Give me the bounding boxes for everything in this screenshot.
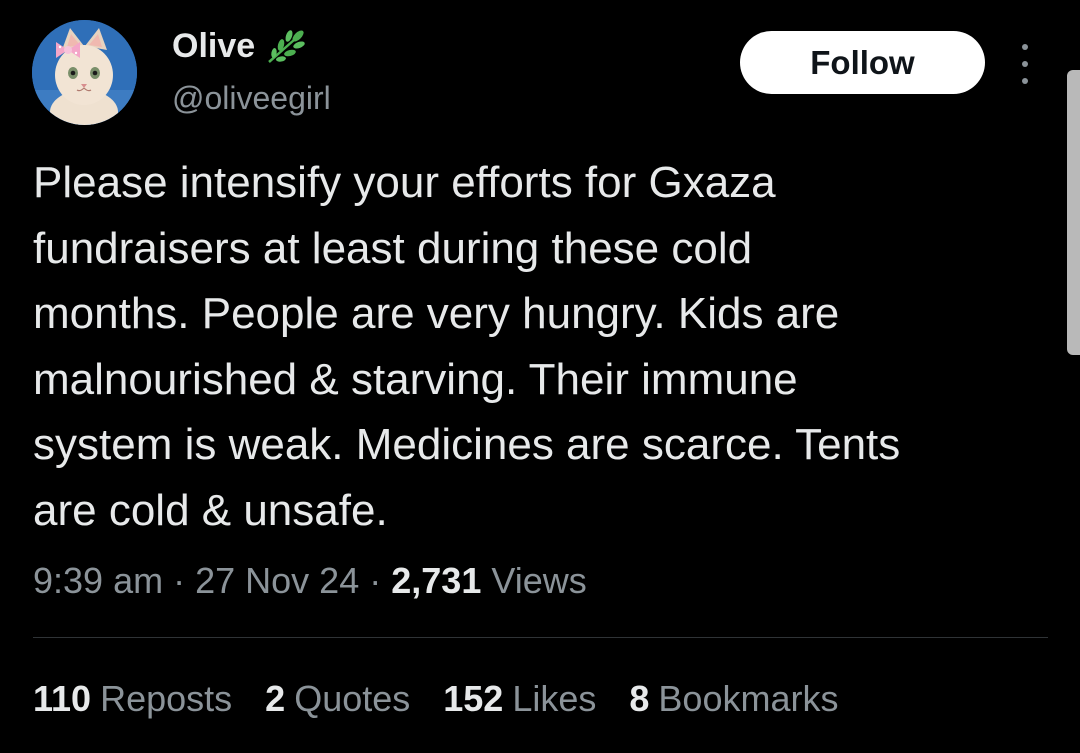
stat-label: Quotes — [294, 678, 411, 719]
user-handle[interactable]: @oliveegirl — [172, 78, 331, 118]
user-name-row[interactable]: Olive — [172, 26, 309, 66]
more-options-icon[interactable] — [1010, 44, 1040, 84]
stat-quotes[interactable]: 2 Quotes — [265, 676, 410, 722]
tweet-meta: 9:39 am · 27 Nov 24 · 2,731 Views — [33, 558, 587, 604]
display-name: Olive — [172, 27, 256, 65]
follow-button[interactable]: Follow — [740, 31, 985, 94]
stat-label: Bookmarks — [658, 678, 839, 719]
tweet-card: Olive @oliveegirl Follow Please intensif… — [0, 0, 1080, 753]
more-dot — [1022, 78, 1028, 84]
divider — [33, 637, 1048, 638]
stat-label: Likes — [512, 678, 597, 719]
stat-count: 152 — [443, 678, 504, 719]
more-dot — [1022, 44, 1028, 50]
stat-reposts[interactable]: 110 Reposts — [33, 676, 232, 722]
meta-separator: · — [369, 560, 382, 601]
stat-count: 8 — [629, 678, 650, 719]
stat-likes[interactable]: 152 Likes — [443, 676, 596, 722]
tweet-time[interactable]: 9:39 am — [33, 560, 163, 601]
stat-count: 110 — [33, 678, 92, 719]
tweet-text: Please intensify your efforts for Gxaza … — [33, 158, 901, 535]
views-count: 2,731 — [391, 560, 482, 601]
engagement-stats: 110 Reposts 2 Quotes 152 Likes 8 Bookmarks — [33, 676, 838, 722]
meta-separator: · — [173, 560, 186, 601]
leaf-icon — [265, 26, 309, 66]
scrollbar[interactable] — [1067, 70, 1080, 355]
stat-count: 2 — [265, 678, 286, 719]
stat-bookmarks[interactable]: 8 Bookmarks — [629, 676, 838, 722]
tweet-date[interactable]: 27 Nov 24 — [195, 560, 359, 601]
avatar[interactable] — [32, 20, 137, 125]
views-label: Views — [491, 560, 587, 601]
more-dot — [1022, 61, 1028, 67]
cat-avatar-image — [32, 20, 137, 125]
stat-label: Reposts — [100, 678, 233, 719]
